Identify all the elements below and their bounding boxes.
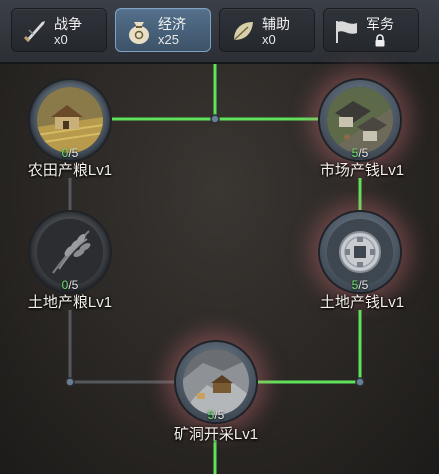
skill-progress: 5/5 bbox=[207, 408, 225, 422]
farm-icon bbox=[37, 87, 103, 153]
skill-node-market-coin[interactable]: 5/5 bbox=[320, 80, 400, 160]
market-icon bbox=[327, 87, 393, 153]
mine-icon bbox=[183, 349, 249, 415]
skill-node-land-grain[interactable]: 0/5 bbox=[30, 212, 110, 292]
junction-dot bbox=[355, 377, 365, 387]
skill-node-mine[interactable]: 5/5 bbox=[176, 342, 256, 422]
wheat-icon bbox=[37, 219, 103, 285]
junction-dot bbox=[210, 114, 220, 124]
skill-progress: 0/5 bbox=[61, 146, 79, 160]
skill-label-land-coin: 土地产钱Lv1 bbox=[319, 294, 405, 311]
skill-node-farm-grain[interactable]: 0/5 bbox=[30, 80, 110, 160]
coin-icon bbox=[327, 219, 393, 285]
skill-progress: 0/5 bbox=[61, 278, 79, 292]
skill-progress: 5/5 bbox=[351, 146, 369, 160]
skill-label-land-grain: 土地产粮Lv1 bbox=[27, 294, 113, 311]
junction-dot bbox=[65, 377, 75, 387]
skill-label-farm-grain: 农田产粮Lv1 bbox=[27, 162, 113, 179]
skill-node-land-coin[interactable]: 5/5 bbox=[320, 212, 400, 292]
skill-label-mine: 矿洞开采Lv1 bbox=[173, 426, 259, 443]
skill-label-market-coin: 市场产钱Lv1 bbox=[319, 162, 405, 179]
skill-progress: 5/5 bbox=[351, 278, 369, 292]
